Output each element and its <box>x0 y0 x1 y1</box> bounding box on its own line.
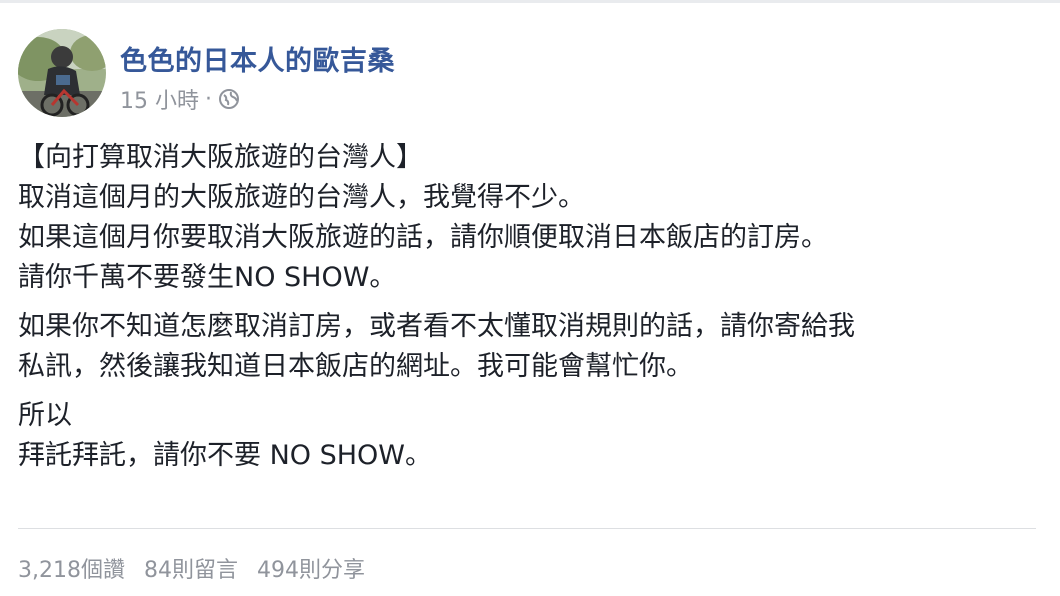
shares-count-link[interactable]: 494則分享 <box>257 558 365 583</box>
post-line: 【向打算取消大阪旅遊的台灣人】 <box>18 142 423 173</box>
comments-count-link[interactable]: 84則留言 <box>144 558 238 583</box>
post-header: 色色的日本人的歐吉桑 15 小時 · <box>18 29 918 121</box>
post-timestamp[interactable]: 15 小時 <box>120 83 199 115</box>
author-name-link[interactable]: 色色的日本人的歐吉桑 <box>120 39 395 78</box>
post-line: 拜託拜託，請你不要 NO SHOW。 <box>18 440 433 471</box>
avatar-photo <box>18 29 106 117</box>
post-paragraph: 所以 拜託拜託，請你不要 NO SHOW。 <box>18 396 1038 476</box>
post-paragraph: 【向打算取消大阪旅遊的台灣人】 取消這個月的大阪旅遊的台灣人，我覺得不少。 如果… <box>18 138 1038 298</box>
post-line: 請你千萬不要發生NO SHOW。 <box>18 262 397 293</box>
post-paragraph: 如果你不知道怎麼取消訂房，或者看不太懂取消規則的話，請你寄給我 私訊，然後讓我知… <box>18 307 1038 387</box>
post-line: 如果你不知道怎麼取消訂房，或者看不太懂取消規則的話，請你寄給我 <box>18 311 855 342</box>
meta-separator: · <box>205 86 212 112</box>
post-line: 所以 <box>18 400 72 431</box>
post-line: 私訊，然後讓我知道日本飯店的網址。我可能會幫忙你。 <box>18 351 693 382</box>
post-meta: 15 小時 · <box>120 83 240 115</box>
divider <box>18 528 1036 529</box>
globe-icon[interactable] <box>218 88 240 110</box>
post-line: 如果這個月你要取消大阪旅遊的話，請你順便取消日本飯店的訂房。 <box>18 222 828 253</box>
likes-count-link[interactable]: 3,218個讚 <box>18 558 125 583</box>
post-text: 【向打算取消大阪旅遊的台灣人】 取消這個月的大阪旅遊的台灣人，我覺得不少。 如果… <box>18 138 1038 485</box>
engagement-stats: 3,218個讚 84則留言 494則分享 <box>18 552 377 584</box>
post-line: 取消這個月的大阪旅遊的台灣人，我覺得不少。 <box>18 182 585 213</box>
avatar[interactable] <box>18 29 106 117</box>
facebook-post: 色色的日本人的歐吉桑 15 小時 · 【向打算取消大阪旅遊的台灣人】 取消這個月… <box>0 0 1060 596</box>
